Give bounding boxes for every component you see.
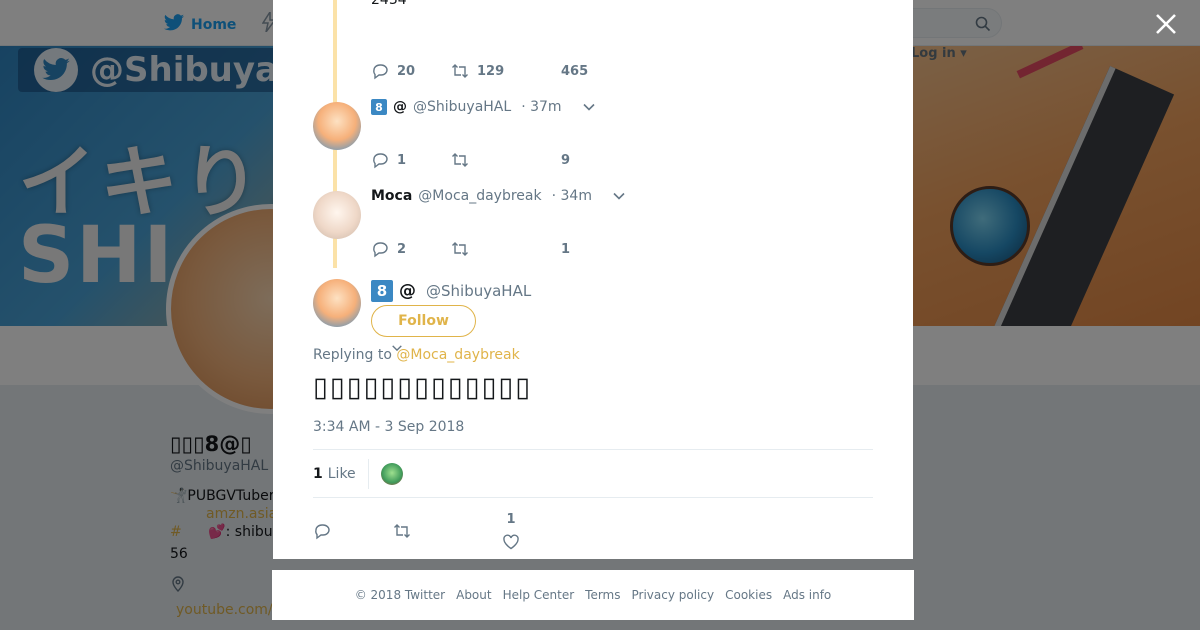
user-handle[interactable]: @ShibuyaHAL (426, 282, 531, 300)
reply-count: 20 (397, 63, 416, 79)
like-button[interactable]: 1 (502, 512, 520, 551)
display-name[interactable]: @ (393, 99, 407, 115)
retweet-button[interactable] (451, 151, 561, 169)
liker-avatar[interactable] (380, 462, 403, 485)
retweet-button[interactable] (393, 522, 502, 540)
reply-icon (373, 64, 388, 80)
footer-cookies-link[interactable]: Cookies (725, 588, 772, 602)
tweet-stats: 1 Like (313, 449, 873, 498)
like-button[interactable]: 1 (561, 242, 570, 257)
display-name[interactable]: @ (399, 281, 416, 301)
tweet-header: 8 @ @ShibuyaHAL · 37m (371, 99, 596, 115)
tweet-actions: 2 1 (371, 240, 570, 258)
heart-icon (503, 534, 519, 550)
footer-about-link[interactable]: About (456, 588, 491, 602)
retweet-button[interactable]: 129 (451, 62, 561, 80)
retweet-icon (452, 153, 468, 167)
user-handle[interactable]: @ShibuyaHAL (413, 99, 511, 115)
reply-icon (373, 153, 388, 169)
footer-terms-link[interactable]: Terms (585, 588, 620, 602)
tweet-permalink-modal: 2434 20 129 465 8 @ @ShibuyaHAL · 37m 1 (273, 0, 913, 559)
replying-prefix: Replying to (313, 347, 392, 363)
reply-count: 1 (397, 152, 407, 168)
footer-privacy-link[interactable]: Privacy policy (632, 588, 715, 602)
retweet-icon (452, 64, 468, 78)
retweet-icon (394, 523, 410, 538)
reply-icon (315, 523, 330, 539)
replying-to: Replying to @Moca_daybreak (313, 347, 520, 363)
like-count: 1 (561, 241, 571, 257)
tweet-header: Moca @Moca_daybreak · 34m (371, 188, 626, 204)
footer-ads-link[interactable]: Ads info (783, 588, 831, 602)
reply-button[interactable] (313, 522, 393, 540)
stats-divider (367, 458, 369, 489)
reply-count: 2 (397, 241, 407, 257)
like-count: 1 (506, 512, 516, 527)
like-button[interactable]: 465 (561, 64, 588, 79)
retweet-count: 129 (477, 63, 505, 79)
like-stat-label[interactable]: Like (328, 466, 356, 482)
tweet-time[interactable]: · 37m (521, 99, 561, 115)
follow-button[interactable]: Follow (371, 305, 476, 337)
footer-copyright: © 2018 Twitter (354, 588, 446, 602)
footer-help-link[interactable]: Help Center (503, 588, 575, 602)
retweet-button[interactable] (451, 240, 561, 258)
close-icon[interactable] (1154, 12, 1178, 36)
replying-handle-link[interactable]: @Moca_daybreak (396, 347, 519, 363)
chevron-down-icon[interactable] (582, 100, 596, 114)
tweet-header: 8 @ @ShibuyaHAL (371, 280, 531, 302)
reply-button[interactable]: 1 (371, 151, 451, 169)
keycap-8-emoji: 8 (371, 280, 393, 302)
previous-tweet-actions: 20 129 465 (371, 62, 588, 80)
reply-icon (373, 242, 388, 258)
like-stat-count[interactable]: 1 (313, 466, 323, 482)
tweet-text: ▯▯▯▯▯▯▯▯▯▯▯▯▯ (313, 372, 533, 403)
like-button[interactable]: 9 (561, 153, 570, 168)
avatar[interactable] (313, 102, 361, 150)
keycap-8-emoji: 8 (371, 99, 387, 115)
user-handle[interactable]: @Moca_daybreak (418, 188, 541, 204)
tweet-time[interactable]: · 34m (552, 188, 592, 204)
retweet-icon (452, 242, 468, 256)
avatar[interactable] (313, 279, 361, 327)
avatar[interactable] (313, 191, 361, 239)
like-count: 9 (561, 152, 571, 168)
tweet-actions: 1 (313, 510, 520, 551)
modal-footer: © 2018 Twitter About Help Center Terms P… (272, 570, 914, 620)
previous-tweet-text: 2434 (371, 0, 407, 8)
reply-button[interactable]: 20 (371, 62, 451, 80)
chevron-down-icon[interactable] (612, 189, 626, 203)
tweet-timestamp[interactable]: 3:34 AM - 3 Sep 2018 (313, 419, 464, 435)
like-count: 465 (561, 63, 589, 79)
reply-button[interactable]: 2 (371, 240, 451, 258)
tweet-actions: 1 9 (371, 151, 570, 169)
display-name[interactable]: Moca (371, 188, 412, 204)
